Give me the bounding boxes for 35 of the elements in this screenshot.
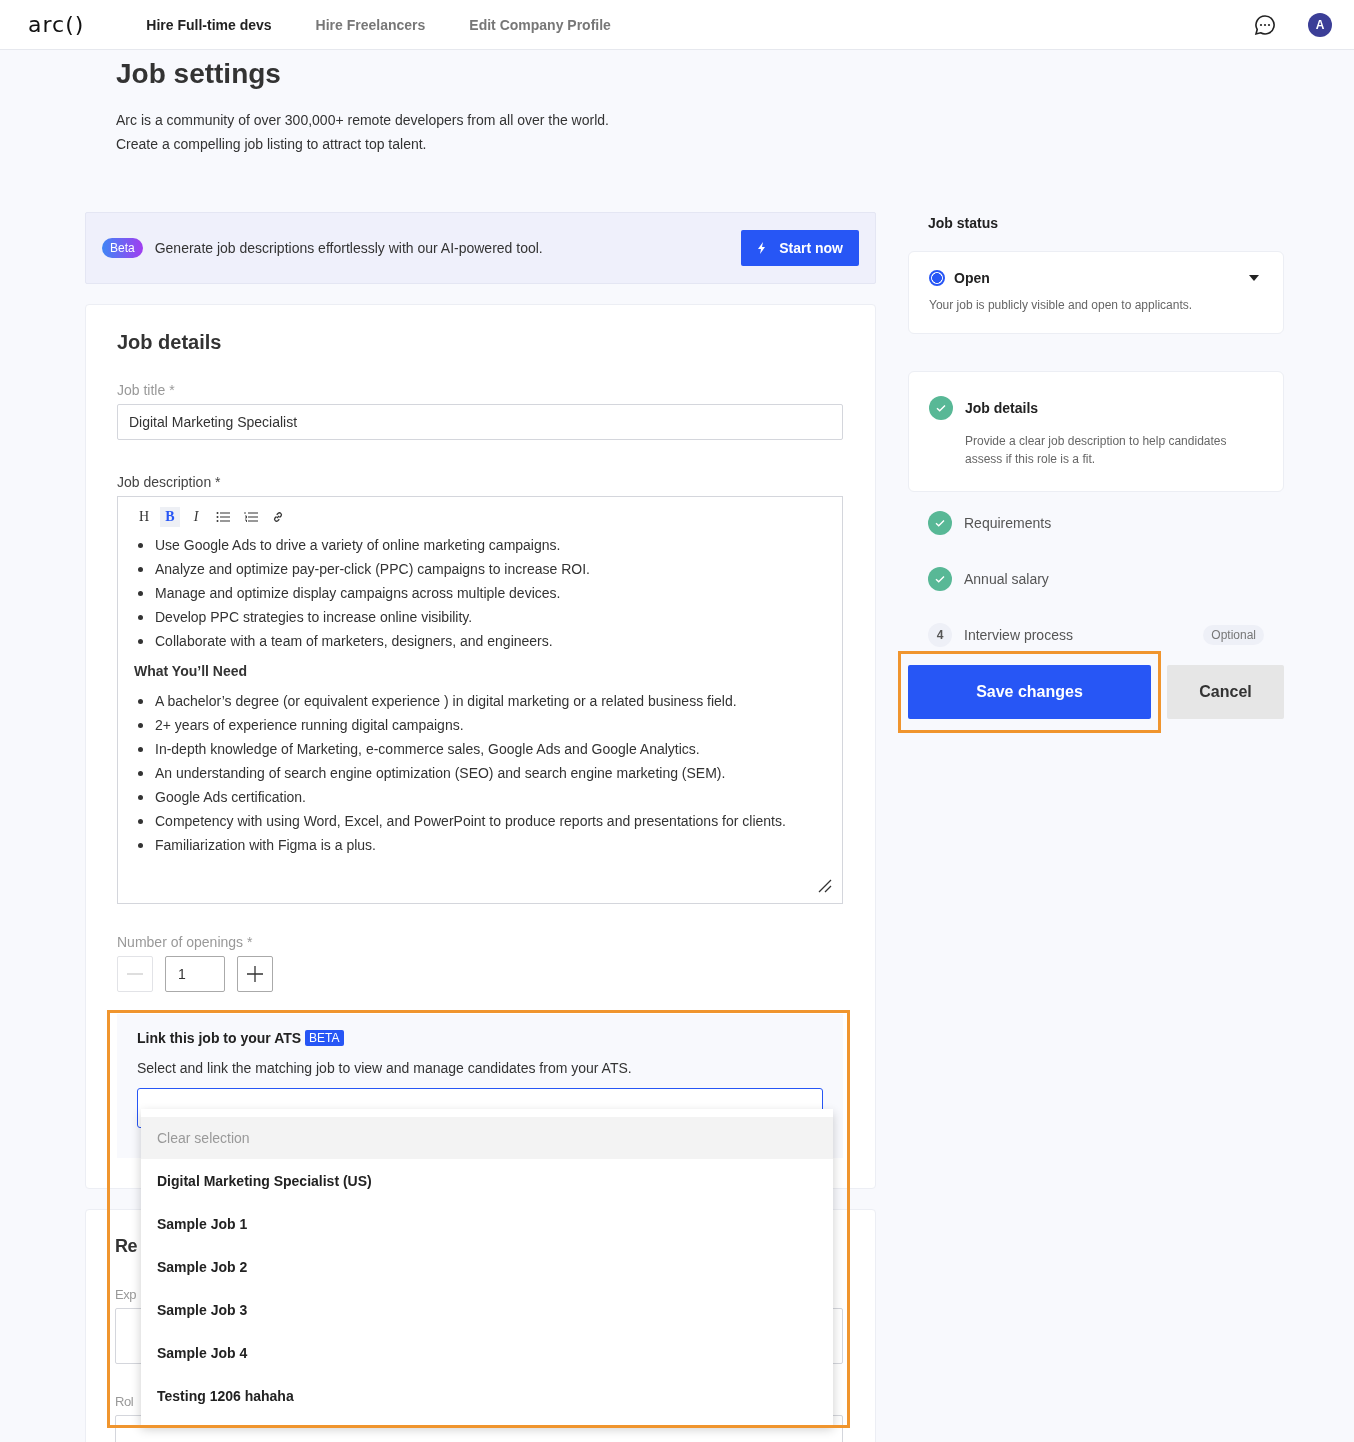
section-title: Re <box>115 1236 137 1257</box>
ats-title: Link this job to your ATS <box>137 1030 302 1046</box>
field-label: Exp <box>115 1287 137 1302</box>
bullet-text: In-depth knowledge of Marketing, e-commerce sales, Google Ads and Google Analytics. <box>155 740 700 759</box>
bullet-text: Manage and optimize display campaigns across multiple devices. <box>155 584 561 603</box>
status-label: Open <box>954 270 991 286</box>
bullet-text: Develop PPC strategies to increase online visibility. <box>155 608 473 627</box>
step-title: Job details <box>965 400 1040 416</box>
bullet-text: Analyze and optimize pay-per-click (PPC) campaigns to increase ROI. <box>155 560 590 579</box>
beta-badge: Beta <box>102 238 143 258</box>
bullet-text: Google Ads certification. <box>155 788 306 807</box>
ats-description: Select and link the matching job to view and manage candidates from your ATS. <box>137 1060 633 1076</box>
bullet-text: Competency with using Word, Excel, and PowerPoint to produce reports and presentations for clients. <box>155 812 786 831</box>
field-label: Job description * <box>117 474 222 490</box>
bullet-text: An understanding of search engine optimization (SEO) and search engine marketing (SEM). <box>155 764 726 783</box>
job-status-heading: Job status <box>927 215 999 231</box>
bullet-text: 2+ years of experience running digital campaigns. <box>155 716 464 735</box>
page-title: Job settings <box>116 58 282 90</box>
step-description: Provide a clear job description to help candidates assess if this role is a fit. <box>965 433 1228 468</box>
status-description: Your job is publicly visible and open to applicants. <box>929 298 1194 312</box>
field-label: Job title * <box>117 382 176 398</box>
optional-tag: Optional <box>1203 625 1264 645</box>
section-title: Job details <box>117 331 223 354</box>
banner-text: Generate job descriptions effortlessly with our AI-powered tool. <box>154 240 544 256</box>
beta-badge: BETA <box>305 1030 344 1046</box>
bullet-text: Collaborate with a team of marketers, designers, and engineers. <box>155 632 553 651</box>
intro-text: Arc is a community of over 300,000+ remote developers from all over the world. <box>116 111 610 130</box>
field-label: Rol <box>115 1394 134 1409</box>
bullet-text: A bachelor’s degree (or equivalent experience ) in digital marketing or a related business field. <box>155 692 737 711</box>
step-number: 4 <box>928 623 952 647</box>
bullet-text: Use Google Ads to drive a variety of online marketing campaigns. <box>155 536 561 555</box>
description-heading: What You’ll Need <box>134 663 249 679</box>
bullet-text: Familiarization with Figma is a plus. <box>155 836 376 855</box>
field-label: Number of openings * <box>117 934 254 950</box>
intro-text: Create a compelling job listing to attract top talent. <box>116 135 428 154</box>
